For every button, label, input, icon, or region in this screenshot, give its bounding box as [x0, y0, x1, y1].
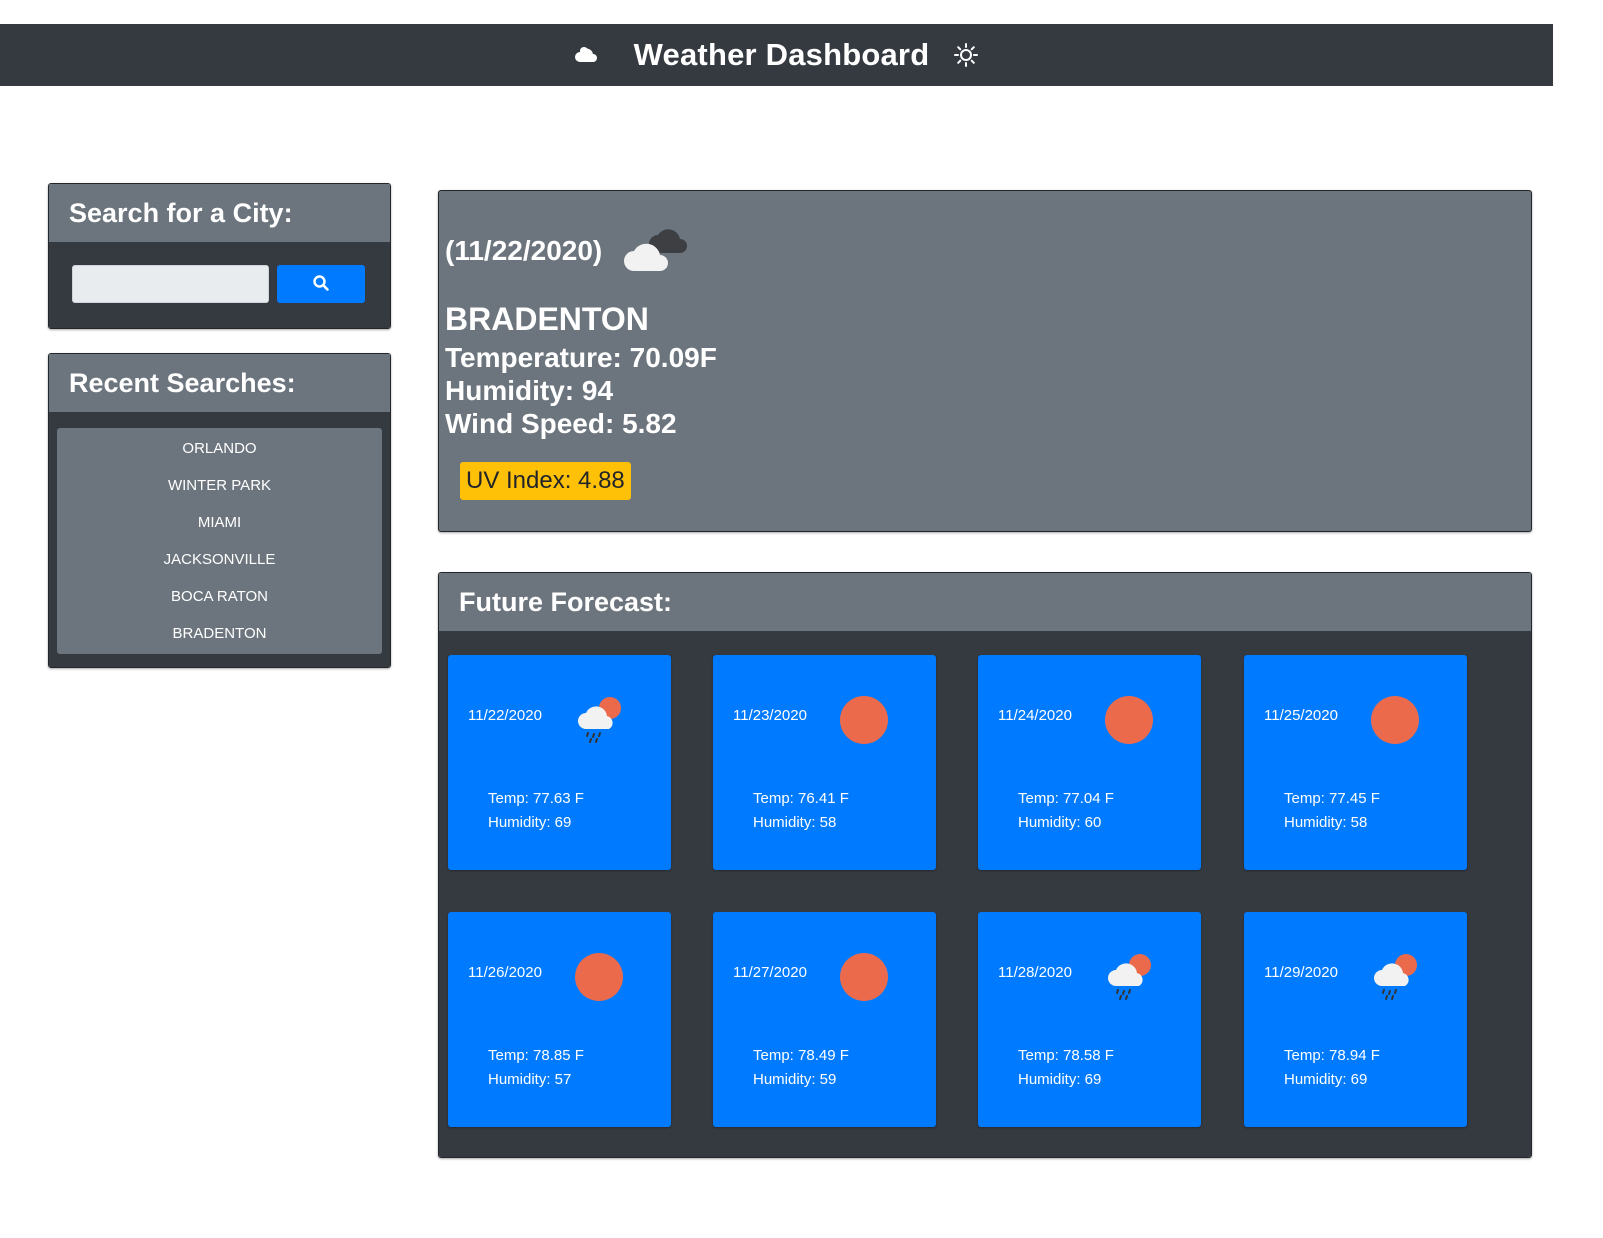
forecast-humidity: Humidity: 59: [753, 1071, 837, 1088]
recent-body: ORLANDO WINTER PARK MIAMI JACKSONVILLE B…: [49, 412, 390, 667]
rain-icon: [1102, 950, 1156, 1004]
forecast-panel: Future Forecast: 11/22/2020 Temp: 77.63 …: [438, 572, 1532, 1158]
forecast-humidity: Humidity: 57: [488, 1071, 572, 1088]
search-heading: Search for a City:: [49, 184, 390, 242]
city-search-input[interactable]: [72, 265, 269, 303]
search-body: [49, 242, 390, 328]
forecast-temp: Temp: 77.45 F: [1284, 790, 1380, 807]
forecast-date: 11/25/2020: [1264, 707, 1338, 724]
clear-sun-icon: [837, 693, 891, 747]
forecast-humidity: Humidity: 69: [1018, 1071, 1102, 1088]
recent-item-bradenton[interactable]: BRADENTON: [57, 615, 382, 652]
forecast-date: 11/27/2020: [733, 964, 807, 981]
rain-icon: [572, 693, 626, 747]
forecast-date: 11/28/2020: [998, 964, 1072, 981]
forecast-date: 11/22/2020: [468, 707, 542, 724]
recent-list: ORLANDO WINTER PARK MIAMI JACKSONVILLE B…: [57, 428, 382, 654]
uv-index-badge: UV Index: 4.88: [460, 462, 631, 500]
recent-item-orlando[interactable]: ORLANDO: [57, 430, 382, 467]
forecast-date: 11/29/2020: [1264, 964, 1338, 981]
current-date: (11/22/2020): [445, 235, 603, 266]
forecast-card: 11/27/2020 Temp: 78.49 F Humidity: 59: [713, 912, 936, 1127]
rain-icon: [1368, 950, 1422, 1004]
forecast-humidity: Humidity: 58: [753, 814, 837, 831]
recent-item-winter-park[interactable]: WINTER PARK: [57, 467, 382, 504]
recent-heading: Recent Searches:: [49, 354, 390, 412]
forecast-date: 11/23/2020: [733, 707, 807, 724]
clear-sun-icon: [837, 950, 891, 1004]
sun-icon: [953, 42, 979, 68]
forecast-humidity: Humidity: 69: [488, 814, 572, 831]
forecast-card: 11/23/2020 Temp: 76.41 F Humidity: 58: [713, 655, 936, 870]
forecast-card: 11/29/2020 Temp: 78.94 F Humidity: 69: [1244, 912, 1467, 1127]
search-icon: [312, 274, 330, 295]
forecast-temp: Temp: 78.85 F: [488, 1047, 584, 1064]
forecast-humidity: Humidity: 58: [1284, 814, 1368, 831]
forecast-card: 11/24/2020 Temp: 77.04 F Humidity: 60: [978, 655, 1201, 870]
forecast-temp: Temp: 76.41 F: [753, 790, 849, 807]
cloud-icon: [574, 42, 600, 68]
recent-searches-panel: Recent Searches: ORLANDO WINTER PARK MIA…: [48, 353, 391, 668]
current-wind-speed: Wind Speed: 5.82: [445, 408, 677, 439]
app-title: Weather Dashboard: [633, 37, 930, 72]
recent-item-miami[interactable]: MIAMI: [57, 504, 382, 541]
forecast-card: 11/25/2020 Temp: 77.45 F Humidity: 58: [1244, 655, 1467, 870]
forecast-temp: Temp: 78.49 F: [753, 1047, 849, 1064]
search-panel: Search for a City:: [48, 183, 391, 329]
current-city: BRADENTON: [445, 301, 649, 337]
recent-item-boca-raton[interactable]: BOCA RATON: [57, 578, 382, 615]
forecast-temp: Temp: 77.04 F: [1018, 790, 1114, 807]
forecast-body: 11/22/2020 Temp: 77.63 F Humidity: 69 11…: [439, 631, 1531, 1157]
current-weather-panel: (11/22/2020) BRADENTON Temperature: 70.0…: [438, 190, 1532, 532]
clear-sun-icon: [572, 950, 626, 1004]
forecast-date: 11/26/2020: [468, 964, 542, 981]
search-button[interactable]: [277, 265, 365, 303]
clear-sun-icon: [1368, 693, 1422, 747]
forecast-temp: Temp: 78.58 F: [1018, 1047, 1114, 1064]
forecast-temp: Temp: 78.94 F: [1284, 1047, 1380, 1064]
current-temperature: Temperature: 70.09F: [445, 342, 717, 373]
forecast-date: 11/24/2020: [998, 707, 1072, 724]
forecast-temp: Temp: 77.63 F: [488, 790, 584, 807]
navbar: Weather Dashboard: [0, 24, 1553, 86]
current-humidity: Humidity: 94: [445, 375, 614, 406]
forecast-humidity: Humidity: 69: [1284, 1071, 1368, 1088]
clear-sun-icon: [1102, 693, 1156, 747]
forecast-humidity: Humidity: 60: [1018, 814, 1102, 831]
forecast-heading: Future Forecast:: [439, 573, 1531, 631]
recent-item-jacksonville[interactable]: JACKSONVILLE: [57, 541, 382, 578]
broken-clouds-icon: [624, 223, 696, 280]
forecast-card: 11/26/2020 Temp: 78.85 F Humidity: 57: [448, 912, 671, 1127]
forecast-card: 11/28/2020 Temp: 78.58 F Humidity: 69: [978, 912, 1201, 1127]
forecast-card: 11/22/2020 Temp: 77.63 F Humidity: 69: [448, 655, 671, 870]
